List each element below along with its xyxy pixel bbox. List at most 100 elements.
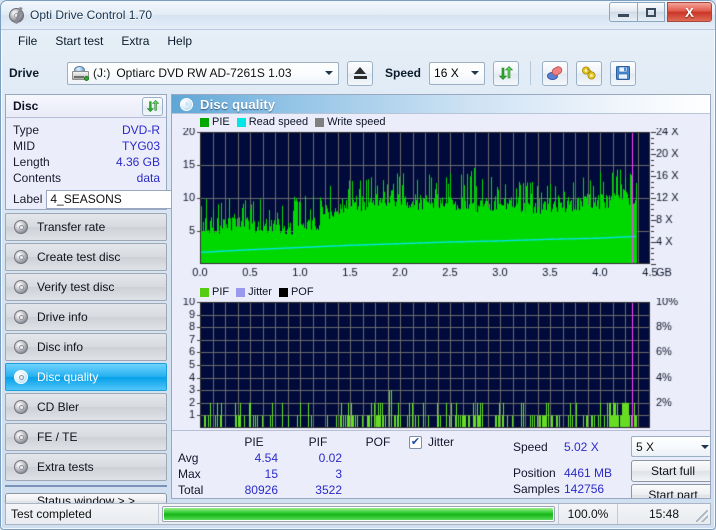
sidebar-label-drive-info: Drive info: [37, 310, 88, 324]
stats-row-label-total: Total: [178, 483, 204, 497]
sidebar-label-create-test-disc: Create test disc: [37, 250, 121, 264]
sidebar-item-transfer-rate[interactable]: Transfer rate: [5, 213, 167, 241]
disc-length-key: Length: [13, 155, 50, 169]
disc-icon: [14, 369, 29, 385]
position-value: 4461 MB: [564, 466, 613, 480]
maximize-icon: [646, 7, 656, 17]
legend-swatch-pif: [200, 287, 209, 297]
speed-value: 16 X: [434, 66, 459, 80]
legend-label-jitter: Jitter: [248, 286, 272, 298]
menu-item-file[interactable]: File: [9, 32, 46, 50]
disc-icon: [14, 399, 29, 415]
legend-label-write-speed: Write speed: [327, 116, 386, 128]
sidebar-label-transfer-rate: Transfer rate: [37, 220, 106, 234]
stats-total-pie: 80926: [244, 483, 278, 497]
window-title: Opti Drive Control 1.70: [30, 8, 153, 22]
start-full-button[interactable]: Start full: [631, 460, 710, 482]
minimize-icon: [618, 14, 629, 17]
sidebar-item-cd-bler[interactable]: CD Bler: [5, 393, 167, 421]
menu-item-extra[interactable]: Extra: [112, 32, 158, 50]
sidebar-item-drive-info[interactable]: Drive info: [5, 303, 167, 331]
refresh-button[interactable]: [493, 60, 520, 86]
start-part-button[interactable]: Start part: [631, 484, 710, 498]
eject-button[interactable]: [347, 60, 373, 86]
sidebar-label-extra-tests: Extra tests: [37, 460, 94, 474]
main-content: Disc Type DVD-R MID TYG03 Length 4.36 GB…: [5, 94, 711, 509]
legend-swatch-pof: [278, 287, 288, 297]
samples-label: Samples: [513, 482, 560, 496]
jitter-label: Jitter: [428, 435, 455, 449]
bottom-chart-canvas[interactable]: [172, 298, 710, 448]
sidebar-item-verify-test-disc[interactable]: Verify test disc: [5, 273, 167, 301]
status-bar: Test completed 100.0% 15:48: [5, 503, 711, 525]
disc-icon: [14, 429, 29, 445]
statistics-panel: PIE PIF POF ✔ Jitter Avg 4.54 0.02 Max 1…: [172, 430, 710, 498]
sidebar-item-disc-info[interactable]: Disc info: [5, 333, 167, 361]
sidebar-item-fe-te[interactable]: FE / TE: [5, 423, 167, 451]
legend-label-pif: PIF: [212, 286, 230, 298]
progress-bar: [162, 506, 555, 522]
save-floppy-icon: [616, 66, 631, 80]
drive-select[interactable]: (J:) Optiarc DVD RW AD-7261S 1.03: [67, 61, 339, 85]
save-button[interactable]: [610, 60, 637, 86]
eject-icon: [353, 67, 367, 79]
jitter-checkbox[interactable]: ✔: [409, 436, 422, 449]
window-controls: X: [609, 2, 712, 22]
stats-avg-pie: 4.54: [254, 451, 278, 465]
speed-select[interactable]: 16 X: [429, 61, 486, 85]
disc-type-key: Type: [13, 123, 40, 137]
sidebar-label-verify-test-disc: Verify test disc: [37, 280, 115, 294]
sidebar-item-create-test-disc[interactable]: Create test disc: [5, 243, 167, 271]
disc-label-key: Label: [13, 192, 43, 206]
disc-row-length: Length 4.36 GB: [13, 154, 160, 170]
menu-item-start-test[interactable]: Start test: [46, 32, 112, 50]
refresh-icon: [498, 66, 514, 80]
sidebar-label-disc-info: Disc info: [37, 340, 84, 354]
menu-item-help[interactable]: Help: [158, 32, 201, 50]
close-button[interactable]: X: [667, 2, 712, 22]
erase-disc-button[interactable]: [542, 60, 569, 86]
legend-swatch-pie: [200, 117, 209, 127]
disc-icon: [14, 219, 29, 235]
settings-button[interactable]: [576, 60, 603, 86]
left-sidebar: Disc Type DVD-R MID TYG03 Length 4.36 GB…: [5, 94, 231, 509]
disc-icon: [180, 97, 193, 111]
drive-icon: [72, 65, 89, 81]
resize-grip-icon[interactable]: [696, 510, 708, 522]
disc-properties: Type DVD-R MID TYG03 Length 4.36 GB Cont…: [6, 118, 166, 186]
speed-result-label: Speed: [513, 440, 548, 454]
disc-icon: [14, 459, 29, 475]
erase-disc-icon: [547, 66, 563, 80]
legend-label-pie: PIE: [212, 116, 230, 128]
test-nav-list: Transfer rate Create test disc Verify te…: [5, 213, 167, 483]
test-speed-select[interactable]: 5 X: [631, 436, 710, 457]
drive-letter: (J:): [93, 66, 111, 80]
refresh-icon: [146, 99, 159, 113]
maximize-button[interactable]: [637, 2, 665, 22]
sidebar-label-fe-te: FE / TE: [37, 430, 78, 444]
disc-icon: [14, 339, 29, 355]
disc-row-mid: MID TYG03: [13, 138, 160, 154]
stats-header-pof: POF: [365, 435, 391, 449]
panel-title: Disc quality: [200, 96, 276, 112]
disc-refresh-button[interactable]: [142, 96, 163, 116]
disc-quality-panel: Disc quality PIE Read speed Write speed …: [171, 94, 711, 499]
stats-header-pie: PIE: [244, 435, 264, 449]
legend-swatch-write-speed: [315, 117, 325, 127]
speed-select-chevron-down-icon[interactable]: [466, 64, 483, 83]
drive-select-chevron-down-icon[interactable]: [320, 64, 337, 83]
disc-label-row: Label: [6, 186, 231, 209]
sidebar-item-extra-tests[interactable]: Extra tests: [5, 453, 167, 481]
top-chart-canvas[interactable]: [172, 128, 710, 298]
minimize-button[interactable]: [609, 2, 637, 22]
sidebar-item-disc-quality[interactable]: Disc quality: [5, 363, 167, 391]
disc-length-value: 4.36 GB: [115, 155, 160, 169]
stats-max-pif: 3: [335, 467, 342, 481]
disc-mid-key: MID: [13, 139, 35, 153]
test-speed-value: 5 X: [636, 439, 655, 454]
disc-icon: [14, 249, 29, 265]
title-bar: Opti Drive Control 1.70 X: [1, 1, 715, 30]
settings-plug-icon: [582, 66, 596, 80]
position-label: Position: [513, 466, 556, 480]
chart-top-legend: PIE Read speed Write speed: [200, 116, 389, 128]
